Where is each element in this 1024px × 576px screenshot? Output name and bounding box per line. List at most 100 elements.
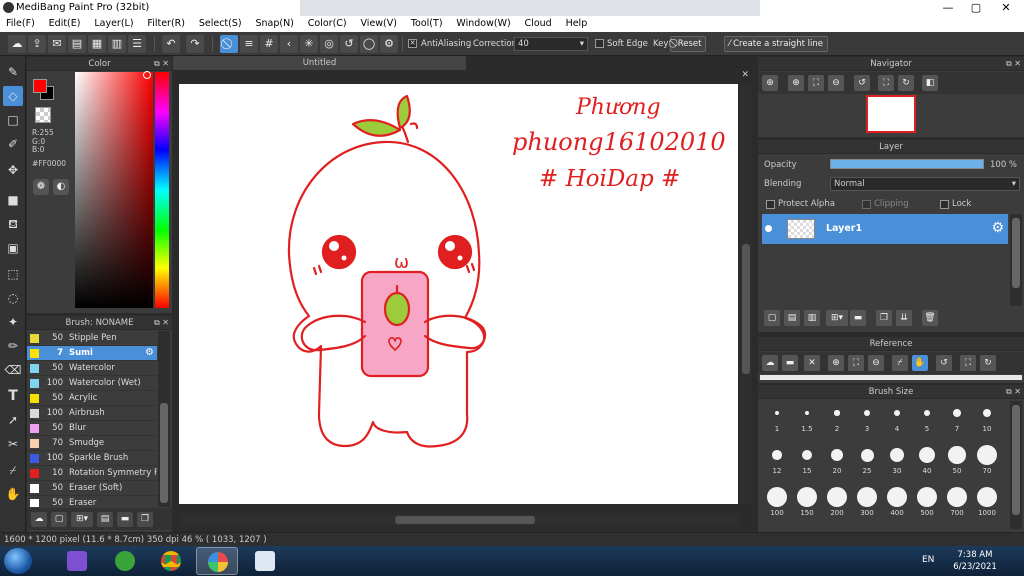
zoom-in-icon[interactable]: ⊕ <box>762 75 778 91</box>
brush-list-scrollbar[interactable] <box>158 331 170 507</box>
zoom-in-icon[interactable]: ⊕ <box>828 355 844 371</box>
brush-size-option[interactable]: 700 <box>942 485 972 517</box>
cloud-icon[interactable]: ☁ <box>8 35 26 53</box>
close-icon[interactable]: ✕ <box>741 70 749 80</box>
merge-layer-icon[interactable]: ⇊ <box>896 310 912 326</box>
fill-brush-tool-icon[interactable]: ✐ <box>3 134 23 154</box>
menu-help[interactable]: Help <box>560 16 593 29</box>
taskbar-app-chrome[interactable] <box>150 547 192 575</box>
menu-layer[interactable]: Layer(L) <box>88 16 138 29</box>
brush-size-option[interactable]: 300 <box>852 485 882 517</box>
brush-item[interactable]: 100 Watercolor (Wet) <box>27 376 157 391</box>
trash-icon[interactable]: 🗑 <box>922 310 938 326</box>
brush-item[interactable]: 50 Stipple Pen <box>27 331 157 346</box>
hand-icon[interactable]: ✋ <box>912 355 928 371</box>
brush-item[interactable]: 50 Acrylic <box>27 391 157 406</box>
add-layer-menu-icon[interactable]: ⊞▾ <box>826 310 848 326</box>
scroll-thumb[interactable] <box>160 403 168 503</box>
opacity-slider[interactable] <box>830 159 984 169</box>
panel-controls-icon[interactable]: ⧉ ✕ <box>154 57 169 71</box>
brush-item[interactable]: 10 Rotation Symmetry P <box>27 466 157 481</box>
reset-button[interactable]: ⃠ Reset <box>670 36 707 52</box>
brush-size-option[interactable]: 25 <box>852 443 882 475</box>
brush-copy-icon[interactable]: ▤ <box>97 512 113 527</box>
brush-size-option[interactable]: 70 <box>972 443 1002 475</box>
gear-icon[interactable]: ⚙ <box>991 220 1004 236</box>
brush-size-option[interactable]: 15 <box>792 443 822 475</box>
menu-color[interactable]: Color(C) <box>302 16 352 29</box>
flip-icon[interactable]: ◧ <box>922 75 938 91</box>
gear-icon[interactable]: ⚙ <box>145 347 154 358</box>
taskbar-app-visual-studio[interactable] <box>56 547 98 575</box>
minimize-button[interactable]: — <box>934 0 962 16</box>
scroll-thumb[interactable] <box>1012 405 1020 515</box>
palette-icon[interactable]: ❁ <box>33 179 49 195</box>
eyedropper-tool-icon[interactable]: ⌿ <box>3 460 23 480</box>
close-icon[interactable]: ✕ <box>804 355 820 371</box>
correction-select[interactable]: 40 ▾ <box>514 37 588 51</box>
fit-icon[interactable]: ⛶ <box>848 355 864 371</box>
taskbar-app-paint[interactable] <box>244 547 286 575</box>
fit-icon[interactable]: ⛶ <box>808 75 824 91</box>
lasso-tool-icon[interactable]: ◌ <box>3 288 23 308</box>
duplicate-icon[interactable]: ❐ <box>137 512 153 527</box>
list-icon[interactable]: ☰ <box>128 35 146 53</box>
brush-size-option[interactable]: 1 <box>762 401 792 433</box>
menu-snap[interactable]: Snap(N) <box>249 16 298 29</box>
snap-radial-icon[interactable]: ✳ <box>300 35 318 53</box>
navigator-preview[interactable] <box>866 95 916 133</box>
clipping-checkbox[interactable] <box>862 200 871 209</box>
color-cursor[interactable] <box>143 71 151 79</box>
brush-size-option[interactable]: 40 <box>912 443 942 475</box>
brush-size-option[interactable]: 100 <box>762 485 792 517</box>
foreground-color-swatch[interactable] <box>33 79 47 93</box>
brush-item[interactable]: 50 Eraser <box>27 496 157 507</box>
saturation-value-field[interactable] <box>75 72 153 308</box>
snap-off-icon[interactable]: ⃠ <box>220 35 238 53</box>
scroll-thumb[interactable] <box>742 244 750 374</box>
close-button[interactable]: ✕ <box>992 0 1020 16</box>
rotate-right-icon[interactable]: ↻ <box>898 75 914 91</box>
brush-size-option[interactable]: 4 <box>882 401 912 433</box>
cloud-reference-icon[interactable]: ☁ <box>762 355 778 371</box>
panel-controls-icon[interactable]: ⧉ ✕ <box>1006 57 1021 71</box>
divide-tool-icon[interactable]: ✂ <box>3 434 23 454</box>
brush-item[interactable]: 50 Blur <box>27 421 157 436</box>
menu-select[interactable]: Select(S) <box>193 16 247 29</box>
visibility-icon[interactable] <box>765 225 772 232</box>
snap-curve-icon[interactable]: ↺ <box>340 35 358 53</box>
brush-item[interactable]: 50 Eraser (Soft) <box>27 481 157 496</box>
taskbar-app-medibang[interactable] <box>196 547 238 575</box>
brush-size-option[interactable]: 12 <box>762 443 792 475</box>
brush-size-option[interactable]: 1.5 <box>792 401 822 433</box>
comment-icon[interactable]: ✉ <box>48 35 66 53</box>
zoom-out-icon[interactable]: ⊖ <box>868 355 884 371</box>
folder-icon[interactable]: ▬ <box>850 310 866 326</box>
antialiasing-checkbox[interactable]: ✕ <box>408 39 417 48</box>
redo-icon[interactable]: ↷ <box>186 35 204 53</box>
snap-settings-icon[interactable]: ⚙ <box>380 35 398 53</box>
hand-tool-icon[interactable]: ✋ <box>3 484 23 504</box>
soft-edge-checkbox[interactable] <box>595 39 604 48</box>
scroll-thumb[interactable] <box>395 516 535 524</box>
brush-item[interactable]: 70 Smudge <box>27 436 157 451</box>
page-icon[interactable]: ▤ <box>68 35 86 53</box>
brush-size-option[interactable]: 400 <box>882 485 912 517</box>
share-icon[interactable]: ⇪ <box>28 35 46 53</box>
snap-circle-icon[interactable]: ◎ <box>320 35 338 53</box>
text-tool-icon[interactable]: T <box>3 386 23 406</box>
panel-controls-icon[interactable]: ⧉ ✕ <box>1006 385 1021 399</box>
brush-size-option[interactable]: 3 <box>852 401 882 433</box>
layer-row[interactable]: Layer1 ⚙ <box>762 214 1008 244</box>
menu-filter[interactable]: Filter(R) <box>141 16 190 29</box>
snap-cross-icon[interactable]: # <box>260 35 278 53</box>
hue-slider[interactable] <box>155 72 169 308</box>
snap-vanish-icon[interactable]: ‹ <box>280 35 298 53</box>
brush-size-option[interactable]: 150 <box>792 485 822 517</box>
bucket-tool-icon[interactable]: ⛾ <box>3 214 23 234</box>
brush-size-option[interactable]: 30 <box>882 443 912 475</box>
taskbar-app-utility[interactable] <box>104 547 146 575</box>
menu-window[interactable]: Window(W) <box>450 16 515 29</box>
lock-checkbox[interactable] <box>940 200 949 209</box>
select-pen-tool-icon[interactable]: ✏ <box>3 336 23 356</box>
